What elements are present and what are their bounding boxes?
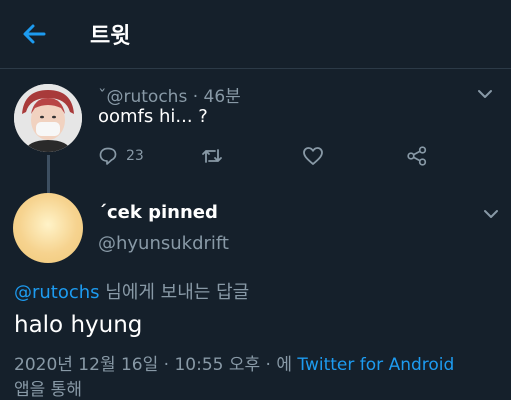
share-button[interactable] (406, 142, 428, 170)
meta-separator: · (192, 87, 199, 107)
chevron-down-icon[interactable] (482, 208, 500, 220)
tweet-detail-screen: 트윗 ˇ@rutochs · 46분 oomfs hi... ? 23 ˊcek… (0, 0, 511, 400)
reply-button[interactable]: 23 (98, 142, 144, 170)
share-icon (407, 146, 427, 166)
thread-connector (47, 155, 50, 193)
mention-link[interactable]: @rutochs (14, 282, 100, 303)
back-arrow-icon[interactable] (20, 20, 48, 48)
chevron-down-icon[interactable] (476, 88, 494, 100)
page-title: 트윗 (90, 24, 131, 49)
tweet-timestamp: 2020년 12월 16일 · 10:55 오후 · 에 Twitter for… (14, 350, 454, 375)
replying-to-suffix: 님에게 보내는 답글 (99, 282, 250, 303)
like-button[interactable] (302, 142, 324, 170)
reply-icon (99, 147, 117, 165)
tweet-handle[interactable]: ˇ@rutochs (98, 87, 187, 107)
replying-to: @rutochs 님에게 보내는 답글 (14, 278, 249, 304)
user-handle[interactable]: @hyunsukdrift (98, 233, 229, 254)
top-bar: 트윗 (0, 0, 511, 68)
header-divider (0, 68, 511, 69)
avatar[interactable] (13, 193, 83, 263)
timestamp-date[interactable]: 2020년 12월 16일 · 10:55 오후 · 에 (14, 355, 297, 375)
avatar[interactable] (14, 84, 82, 152)
tweet-meta: ˇ@rutochs · 46분 (98, 82, 241, 107)
reply-tweet-text: halo hyung (14, 312, 143, 338)
heart-icon (303, 147, 323, 165)
avatar-photo-icon (14, 84, 82, 152)
tweet-time[interactable]: 46분 (204, 87, 241, 107)
retweet-icon (202, 149, 222, 163)
tweet-actions: 23 (98, 142, 438, 170)
retweet-button[interactable] (200, 142, 224, 170)
display-name[interactable]: ˊcek pinned (98, 202, 218, 223)
timestamp-suffix: 앱을 통해 (14, 380, 82, 400)
source-link[interactable]: Twitter for Android (297, 355, 454, 375)
tweet-text: oomfs hi... ? (98, 106, 208, 127)
reply-count: 23 (126, 148, 144, 164)
